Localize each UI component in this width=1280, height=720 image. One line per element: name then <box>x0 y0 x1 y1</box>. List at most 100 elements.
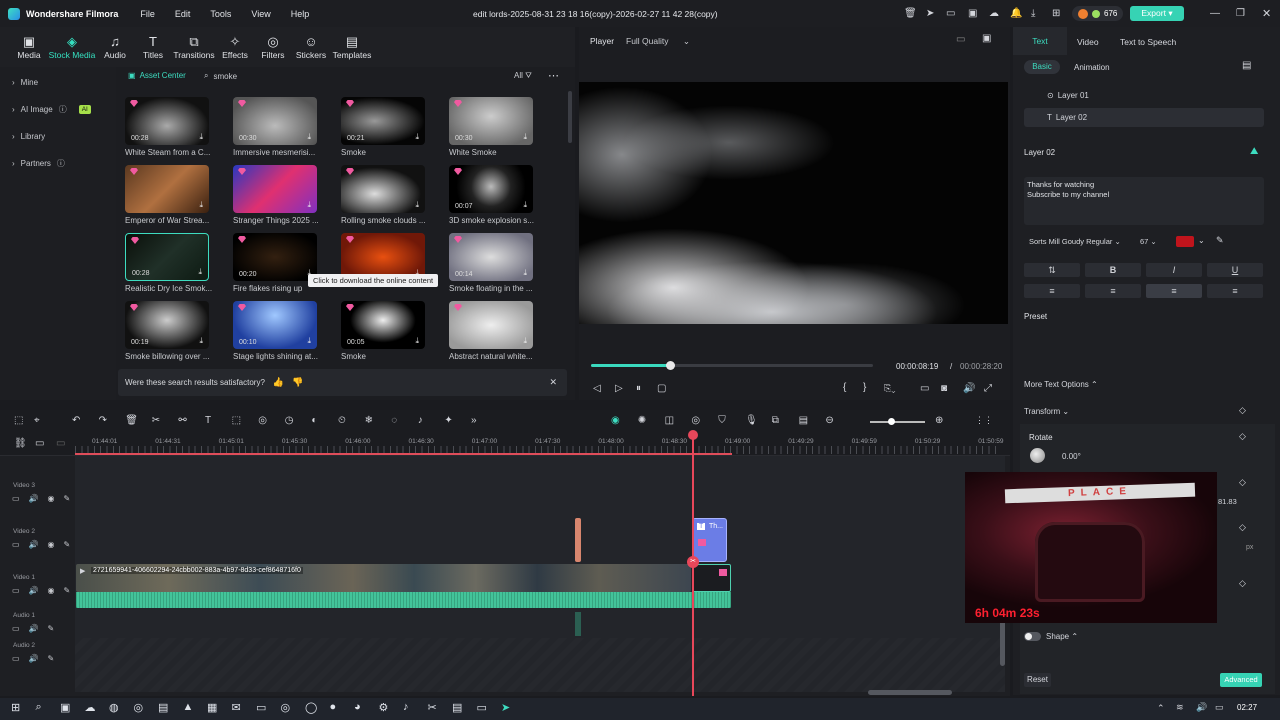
marker-icon[interactable]: ⎘⌄ <box>884 383 895 394</box>
ai-edit-icon[interactable]: ⛰ <box>1250 146 1258 157</box>
taskbar-filmora-icon[interactable]: ➤ <box>501 701 510 714</box>
taskbar-chrome-2-icon[interactable]: ◎ <box>281 701 291 714</box>
chevron-down-icon[interactable]: ⌄ <box>1198 236 1205 245</box>
keyframe-icon[interactable]: ◇ <box>1239 405 1246 416</box>
sidebar-item-partners[interactable]: › Partners ⓘ <box>0 150 116 177</box>
volume-icon[interactable]: 🔊 <box>29 540 39 549</box>
volume-icon[interactable]: 🔊 <box>29 624 39 633</box>
lock-icon[interactable]: ✎ <box>64 494 71 503</box>
text-icon[interactable]: T <box>205 415 211 426</box>
more-text-options[interactable]: More Text Options ⌃ <box>1024 380 1098 389</box>
keyframe-icon[interactable]: ◇ <box>1239 522 1246 533</box>
undo-icon[interactable]: ↶ <box>72 415 80 426</box>
volume-icon[interactable]: 🔊 <box>29 494 39 503</box>
download-icon[interactable]: ⤓ <box>199 336 203 346</box>
download-icon[interactable]: ⤓ <box>199 200 203 210</box>
thumbs-down-icon[interactable]: 👎 <box>292 377 303 388</box>
transform-header[interactable]: Transform ⌄ <box>1024 407 1069 416</box>
taskbar-notepad-icon[interactable]: ▤ <box>452 701 462 714</box>
mark-in-icon[interactable]: { <box>843 382 846 393</box>
media-thumbnail[interactable]: 00:07 ⤓ <box>449 165 533 213</box>
volume-icon[interactable]: 🔊 <box>963 383 975 394</box>
save-preset-icon[interactable]: ▤ <box>1242 60 1251 71</box>
zoom-slider[interactable] <box>870 418 925 425</box>
stop-icon[interactable]: ▢ <box>657 383 666 394</box>
stabilize-icon[interactable]: ◌ <box>391 415 397 426</box>
font-size-select[interactable]: 67 ⌄ <box>1135 235 1171 248</box>
camera-icon[interactable]: ◙ <box>941 383 947 394</box>
keyframe-icon[interactable]: ◇ <box>1239 477 1246 488</box>
download-icon[interactable]: ⤓ <box>523 336 527 346</box>
folder-icon[interactable]: ▭ <box>12 654 20 663</box>
align-left-button[interactable]: ≡ <box>1024 284 1080 298</box>
taskbar-task-view-icon[interactable]: ▣ <box>60 701 70 714</box>
image-icon[interactable]: ▣ <box>968 8 977 19</box>
eye-icon[interactable]: ◉ <box>48 494 55 503</box>
track-manage-icon[interactable]: ▭ <box>35 438 44 449</box>
download-icon[interactable]: ⤓ <box>415 336 419 346</box>
taskbar-terminal-icon[interactable]: ▭ <box>477 701 487 714</box>
grid-icon[interactable]: ⊞ <box>1052 8 1060 19</box>
snapshot-icon[interactable]: ▣ <box>982 33 991 44</box>
taskbar-firefox-icon[interactable]: ◕ <box>354 701 361 713</box>
playback-progress[interactable] <box>591 361 873 370</box>
tray-up-icon[interactable]: ⌃ <box>1157 703 1165 714</box>
h-scrollbar[interactable] <box>868 690 952 695</box>
layer-item-1[interactable]: ⊙ Layer 01 <box>1024 87 1264 104</box>
asset-center-tab[interactable]: ▣ Asset Center <box>128 71 186 80</box>
align-center-button[interactable]: ≡ <box>1085 284 1141 298</box>
tool-transitions[interactable]: ⧉ Transitions <box>172 27 216 67</box>
clock[interactable]: 02:27 <box>1237 703 1257 712</box>
video-preview[interactable] <box>579 82 1008 324</box>
download-icon[interactable]: ⤓ <box>523 132 527 142</box>
screen-icon[interactable]: ▭ <box>946 8 955 19</box>
export-button[interactable]: Export ▾ <box>1130 6 1184 21</box>
folder-icon[interactable]: ▭ <box>12 494 20 503</box>
zoom-out-icon[interactable]: ⊖ <box>825 415 833 426</box>
thumbs-up-icon[interactable]: 👍 <box>273 377 284 388</box>
tab-text-to-speech[interactable]: Text to Speech <box>1120 37 1176 47</box>
ai-icon[interactable]: ✦ <box>444 415 452 426</box>
media-thumbnail[interactable]: 00:19 ⤓ <box>125 301 209 349</box>
align-right-button[interactable]: ≡ <box>1146 284 1202 298</box>
v-scrollbar[interactable] <box>1000 616 1005 666</box>
scrollbar[interactable] <box>568 91 572 143</box>
advanced-button[interactable]: Advanced <box>1220 673 1262 687</box>
download-icon[interactable]: ⤓ <box>199 132 203 142</box>
menu-tools[interactable]: Tools <box>210 9 231 19</box>
captions-icon[interactable]: ▤ <box>799 415 808 426</box>
volume-tray-icon[interactable]: 🔊 <box>1196 702 1207 713</box>
align-justify-button[interactable]: ≡ <box>1207 284 1263 298</box>
add-track-icon[interactable]: ▭ <box>56 438 65 449</box>
audio-detach-icon[interactable]: ♪ <box>418 415 423 426</box>
subtab-animation[interactable]: Animation <box>1074 63 1110 72</box>
previous-frame-icon[interactable]: ◁ <box>593 383 601 394</box>
taskbar-vlc-icon[interactable]: ▲ <box>183 701 194 713</box>
download-icon[interactable]: ⤓ <box>307 132 311 142</box>
media-thumbnail[interactable]: 00:30 ⤓ <box>449 97 533 145</box>
search-input[interactable]: ⌕ smoke <box>204 71 237 81</box>
timer-icon[interactable]: ⏲ <box>338 415 346 426</box>
eye-icon[interactable]: ◉ <box>48 586 55 595</box>
link-icon[interactable]: ⛓ <box>14 438 27 449</box>
grid-menu-icon[interactable]: ⋮⋮ <box>975 415 993 426</box>
sidebar-item-mine[interactable]: › Mine <box>0 69 116 96</box>
compare-icon[interactable]: ▭ <box>956 34 965 45</box>
char-spacing-button[interactable]: ⇅ <box>1024 263 1080 277</box>
timeline-ruler[interactable]: ⛓ ▭ ▭ 01:44:01 01:44:31 01:45:01 01:45:30 01… <box>0 434 1010 456</box>
overlay-icon[interactable]: ⧉ <box>772 415 779 426</box>
taskbar-edge-icon[interactable]: ◍ <box>109 701 119 714</box>
eye-icon[interactable]: ◉ <box>48 540 55 549</box>
tool-templates[interactable]: ▤ Templates <box>330 27 374 67</box>
scale-value[interactable]: 81.83 <box>1218 497 1237 506</box>
italic-button[interactable]: I <box>1146 263 1202 277</box>
lock-icon[interactable]: ✎ <box>64 586 71 595</box>
zoom-in-icon[interactable]: ⊕ <box>935 415 943 426</box>
video2-marker-clip[interactable] <box>575 518 581 562</box>
taskbar-steam-icon[interactable]: ⚙ <box>379 701 389 714</box>
underline-button[interactable]: U <box>1207 263 1263 277</box>
taskbar-mail-icon[interactable]: ✉ <box>232 701 241 714</box>
download-icon[interactable]: ⤓ <box>415 132 419 142</box>
media-thumbnail[interactable]: 00:05 ⤓ <box>341 301 425 349</box>
folder-icon[interactable]: ▭ <box>12 586 20 595</box>
